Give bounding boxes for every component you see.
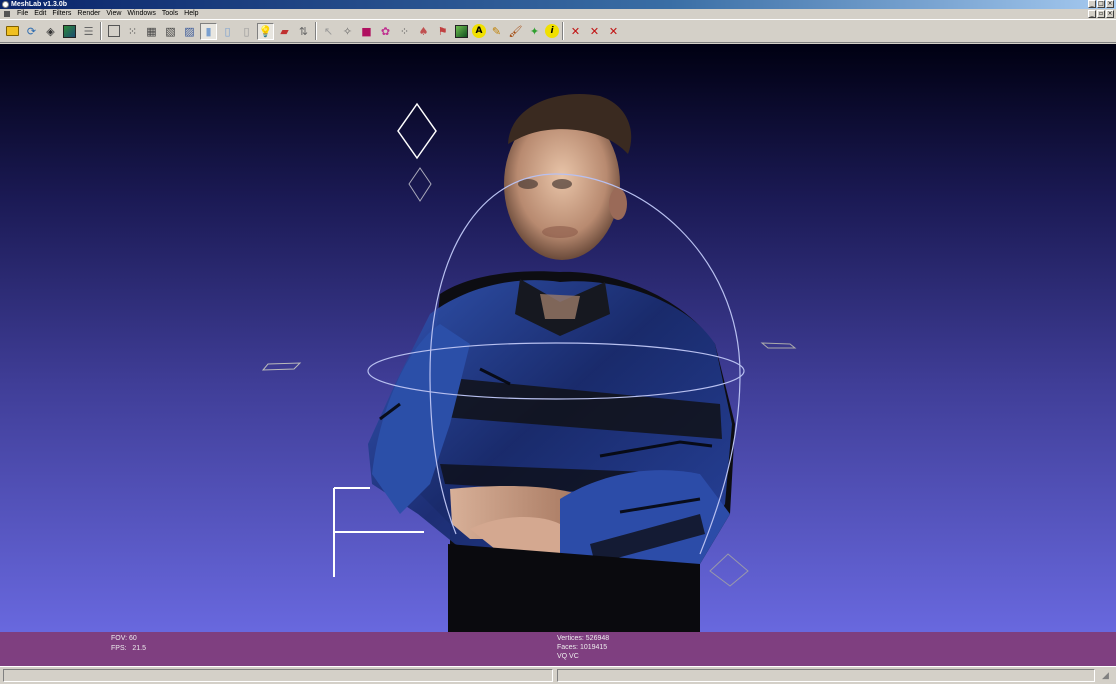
measure-icon[interactable]: ■ (358, 23, 375, 40)
save-snapshot-icon[interactable]: ◈ (42, 23, 59, 40)
meshlab-app-icon (2, 1, 9, 8)
title-bar: MeshLab v1.3.0b _ □ × (0, 0, 1116, 9)
wireframe-icon[interactable]: ▦ (143, 23, 160, 40)
left-plane-marker (261, 362, 302, 371)
doc-restore-button[interactable]: ▫ (1097, 10, 1105, 18)
annotate-icon[interactable] (453, 23, 470, 40)
3d-viewport[interactable]: FOV: 60 FPS: 21.5 Vertices: 526948 Faces: … (0, 44, 1116, 666)
layers-icon[interactable]: ☰ (80, 23, 97, 40)
draw-icon[interactable]: ✎ (488, 23, 505, 40)
reload-icon[interactable]: ⟳ (23, 23, 40, 40)
menu-file[interactable]: File (14, 9, 31, 19)
menu-bar: File Edit Filters Render View Windows To… (0, 9, 1116, 19)
lamp-icon[interactable]: 💡 (257, 22, 274, 40)
close-button[interactable]: × (1106, 0, 1114, 8)
toolbar-separator (562, 22, 564, 40)
flat-icon[interactable]: ▮ (200, 22, 217, 40)
info-overlay: FOV: 60 FPS: 21.5 Vertices: 526948 Faces: … (0, 632, 1116, 666)
progress-field (557, 669, 1095, 682)
select-faces-icon[interactable]: ✦ (526, 23, 543, 40)
pick-point-icon[interactable]: ✧ (339, 23, 356, 40)
points-icon[interactable]: ⁙ (124, 23, 141, 40)
align-icon[interactable]: ⁘ (396, 23, 413, 40)
maximize-button[interactable]: □ (1097, 0, 1105, 8)
mesh-info: Vertices: 526948 Faces: 1019415 VQ VC (557, 634, 609, 661)
doc-minimize-button[interactable]: _ (1088, 10, 1096, 18)
toolbar-separator (315, 22, 317, 40)
status-bar: ◢ (0, 666, 1116, 684)
vertices-label: Vertices: 526948 (557, 635, 610, 642)
flip-icon[interactable]: ⇅ (295, 23, 312, 40)
light-icon[interactable]: ▯ (238, 23, 255, 40)
document-window-controls: _ ▫ × (1088, 10, 1114, 18)
hidden-lines-icon[interactable]: ▧ (162, 23, 179, 40)
document-icon[interactable] (4, 11, 10, 17)
corner-plane-marker (709, 553, 749, 587)
brush-icon[interactable]: 🖌 (507, 23, 524, 40)
mesh-scene[interactable] (0, 44, 1116, 666)
paint-icon[interactable]: ✿ (377, 23, 394, 40)
delete-selection-icon[interactable]: ✕ (605, 23, 622, 40)
bounding-box-icon[interactable] (105, 23, 122, 40)
manipulator-icon[interactable]: ♠ (415, 23, 432, 40)
select-icon[interactable]: ↖ (320, 23, 337, 40)
camera-info: FOV: 60 FPS: 21.5 (111, 634, 146, 654)
menu-windows[interactable]: Windows (124, 9, 158, 19)
menu-view[interactable]: View (103, 9, 124, 19)
delete-faces-icon[interactable]: ✕ (567, 23, 584, 40)
menu-render[interactable]: Render (74, 9, 103, 19)
mesh-model[interactable] (368, 94, 735, 632)
font-icon[interactable]: A (472, 24, 486, 38)
info-icon[interactable]: i (545, 24, 559, 38)
doc-close-button[interactable]: × (1106, 10, 1114, 18)
flat-lines-icon[interactable]: ▨ (181, 23, 198, 40)
menu-edit[interactable]: Edit (31, 9, 49, 19)
window-controls: _ □ × (1088, 0, 1114, 8)
fov-label: FOV: 60 (111, 635, 137, 642)
size-grip-icon[interactable]: ◢ (1102, 671, 1114, 683)
faces-label: Faces: 1019415 (557, 644, 608, 651)
delete-vertices-icon[interactable]: ✕ (586, 23, 603, 40)
right-plane-marker (760, 342, 797, 349)
menu-tools[interactable]: Tools (159, 9, 181, 19)
import-mesh-icon[interactable] (61, 23, 78, 40)
open-project-icon[interactable] (4, 23, 21, 40)
minimize-button[interactable]: _ (1088, 0, 1096, 8)
render-mode-label: VQ VC (557, 653, 579, 660)
texture-icon[interactable]: ▰ (276, 23, 293, 40)
main-toolbar: ⟳ ◈ ☰ ⁙ ▦ ▧ ▨ ▮ ▯ ▯ 💡 ▰ ⇅ ↖ ✧ ■ ✿ ⁘ ♠ ⚑ … (0, 19, 1116, 43)
toolbar-separator (100, 22, 102, 40)
window-title: MeshLab v1.3.0b (11, 1, 68, 8)
fps-label: FPS: 21.5 (111, 645, 147, 652)
status-message-field (3, 669, 553, 682)
raster-icon[interactable]: ⚑ (434, 23, 451, 40)
menu-help[interactable]: Help (181, 9, 201, 19)
light-direction-gizmo[interactable] (397, 102, 437, 202)
menu-filters[interactable]: Filters (49, 9, 74, 19)
smooth-icon[interactable]: ▯ (219, 23, 236, 40)
